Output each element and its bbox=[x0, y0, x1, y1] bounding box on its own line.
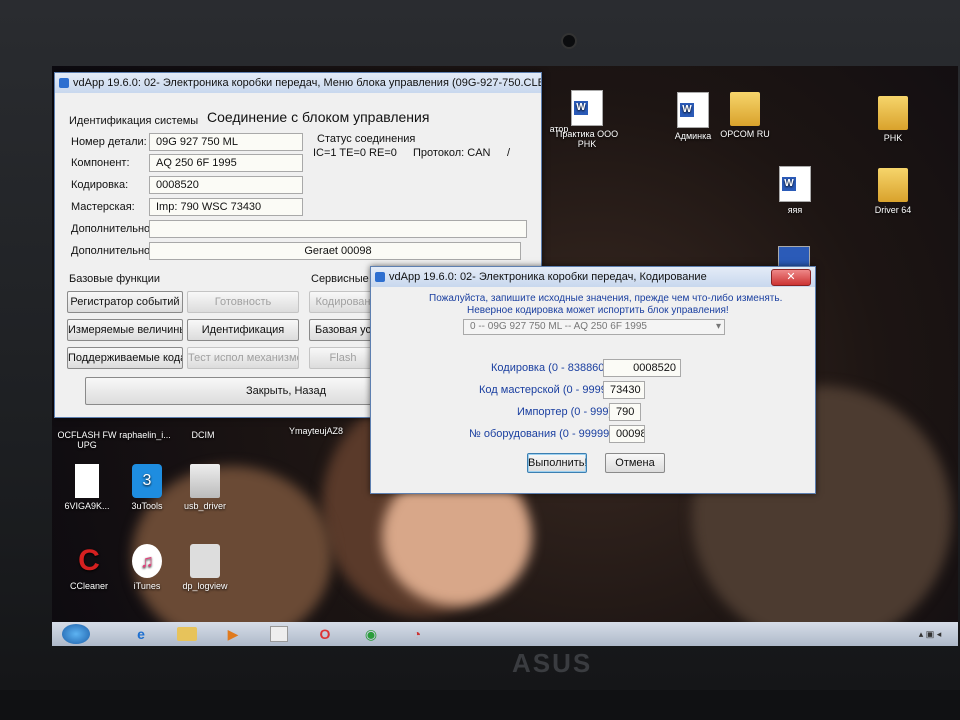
component-field: AQ 250 6F 1995 bbox=[149, 154, 303, 172]
desktop-icon-label: Driver 64 bbox=[874, 205, 912, 215]
basic-settings-button[interactable]: Базовая ус bbox=[309, 319, 377, 341]
start-button[interactable] bbox=[62, 624, 90, 644]
ie-icon[interactable]: e bbox=[124, 624, 158, 644]
coding-warning-1: Пожалуйста, запишите исходные значения, … bbox=[429, 293, 783, 304]
app-window-icon[interactable] bbox=[262, 624, 296, 644]
desktop-icon-opcom[interactable]: OPCOM RU bbox=[710, 92, 780, 139]
status-separator: / bbox=[507, 147, 511, 159]
desktop-icon-label: OPCOM RU bbox=[720, 129, 770, 139]
desktop-icon-yaya[interactable]: яяя bbox=[760, 166, 830, 215]
ccleaner-icon: C bbox=[78, 544, 100, 577]
desktop-icon-usb-driver[interactable]: usb_driver bbox=[170, 464, 240, 511]
desktop-icon-label: Практика ООО PHK bbox=[555, 129, 619, 149]
additional-label-2: Дополнительно: bbox=[71, 245, 154, 257]
word-doc-icon bbox=[779, 166, 811, 202]
part-number-field: 09G 927 750 ML bbox=[149, 133, 303, 151]
asus-logo: ASUS bbox=[512, 648, 593, 678]
coding-button[interactable]: Кодирован bbox=[309, 291, 377, 313]
part-number-label: Номер детали: bbox=[71, 136, 147, 148]
coding-field: 0008520 bbox=[149, 176, 303, 194]
folder-icon bbox=[878, 96, 908, 130]
coding-value-input[interactable]: 0008520 bbox=[603, 359, 681, 377]
close-icon[interactable]: ✕ bbox=[771, 269, 811, 286]
main-window-titlebar[interactable]: vdApp 19.6.0: 02- Электроника коробки пе… bbox=[55, 73, 541, 93]
keyboard-edge bbox=[0, 690, 960, 720]
additional-field-1 bbox=[149, 220, 527, 238]
coding-value-label: Кодировка (0 - 8388607): bbox=[491, 362, 618, 374]
connection-status-title: Статус соединения bbox=[317, 133, 416, 145]
desktop-icon-label: PHK bbox=[883, 133, 903, 143]
folder-icon bbox=[878, 168, 908, 202]
desktop-icon-label: яяя bbox=[787, 205, 803, 215]
workshop-code-label: Код мастерской (0 - 99999): bbox=[479, 384, 620, 396]
workshop-label: Мастерская: bbox=[71, 201, 135, 213]
coding-dialog-titlebar[interactable]: vdApp 19.6.0: 02- Электроника коробки пе… bbox=[371, 267, 815, 287]
webcam bbox=[561, 33, 577, 49]
system-tray[interactable]: ▴ ▣ ◂ bbox=[910, 624, 950, 644]
ecu-select-value: 0 -- 09G 927 750 ML -- AQ 250 6F 1995 bbox=[470, 321, 647, 332]
actuator-test-button[interactable]: Тест испол механизмов bbox=[187, 347, 299, 369]
equipment-number-input[interactable]: 00098 bbox=[609, 425, 645, 443]
desktop-icon-dp-logview[interactable]: dp_logview bbox=[170, 544, 240, 591]
desktop-icon-praktika[interactable]: Практика ООО PHK bbox=[552, 90, 622, 149]
equipment-number-label: № оборудования (0 - 999999): bbox=[469, 428, 623, 440]
folder-icon[interactable] bbox=[170, 624, 204, 644]
app-icon bbox=[59, 78, 69, 88]
vdapp-icon[interactable]: ◔ bbox=[400, 624, 434, 644]
measured-values-button[interactable]: Измеряемые величины bbox=[67, 319, 183, 341]
supported-codes-button[interactable]: Поддерживаемые кода bbox=[67, 347, 183, 369]
desktop-screen: атор Практика ООО PHK Админка OPCOM RU P… bbox=[52, 66, 958, 646]
additional-label-1: Дополнительно: bbox=[71, 223, 154, 235]
gear-icon bbox=[190, 544, 220, 578]
desktop-icon-label: DCIM bbox=[191, 430, 215, 440]
ecu-select[interactable]: 0 -- 09G 927 750 ML -- AQ 250 6F 1995 ▾ bbox=[463, 319, 725, 335]
app-icon bbox=[375, 272, 385, 282]
word-doc-icon bbox=[571, 90, 603, 126]
document-icon bbox=[677, 92, 709, 128]
event-log-button[interactable]: Регистратор событий bbox=[67, 291, 183, 313]
opera-icon[interactable]: O bbox=[308, 624, 342, 644]
3utools-icon: 3 bbox=[132, 464, 162, 498]
connection-header: Соединение с блоком управления bbox=[207, 109, 430, 125]
desktop-icon-phk[interactable]: PHK bbox=[858, 96, 928, 143]
base-functions-label: Базовые функции bbox=[69, 273, 161, 285]
readiness-button[interactable]: Готовность bbox=[187, 291, 299, 313]
component-label: Компонент: bbox=[71, 157, 130, 169]
additional-field-2: Geraet 00098 bbox=[149, 242, 521, 260]
desktop-icon-label: dp_logview bbox=[182, 581, 228, 591]
itunes-icon: ♫ bbox=[132, 544, 162, 578]
archive-icon bbox=[190, 464, 220, 498]
workshop-field: Imp: 790 WSC 73430 bbox=[149, 198, 303, 216]
ident-section-label: Идентификация системы bbox=[69, 115, 199, 127]
coding-dialog-title: vdApp 19.6.0: 02- Электроника коробки пе… bbox=[389, 271, 707, 283]
coding-warning-2: Неверное кодировка может испортить блок … bbox=[467, 305, 729, 316]
identification-button[interactable]: Идентификация bbox=[187, 319, 299, 341]
desktop-icon-label: usb_driver bbox=[183, 501, 227, 511]
coding-dialog: vdApp 19.6.0: 02- Электроника коробки пе… bbox=[370, 266, 816, 494]
file-icon bbox=[75, 464, 99, 498]
chrome-icon[interactable]: ◉ bbox=[354, 624, 388, 644]
folder-icon bbox=[730, 92, 760, 126]
cancel-button[interactable]: Отмена bbox=[605, 453, 665, 473]
workshop-code-input[interactable]: 73430 bbox=[603, 381, 645, 399]
protocol-label: Протокол: CAN bbox=[413, 147, 491, 159]
execute-button[interactable]: Выполнить! bbox=[527, 453, 587, 473]
flash-button[interactable]: Flash bbox=[309, 347, 377, 369]
desktop-icon-driver64[interactable]: Driver 64 bbox=[858, 168, 928, 215]
taskbar: e ▶ O ◉ ◔ ▴ ▣ ◂ bbox=[52, 622, 958, 646]
coding-label: Кодировка: bbox=[71, 179, 129, 191]
chevron-down-icon: ▾ bbox=[715, 321, 721, 332]
importer-input[interactable]: 790 bbox=[609, 403, 641, 421]
importer-label: Импортер (0 - 999): bbox=[517, 406, 616, 418]
connection-status-values: IC=1 TE=0 RE=0 bbox=[313, 147, 397, 159]
media-player-icon[interactable]: ▶ bbox=[216, 624, 250, 644]
main-window-title: vdApp 19.6.0: 02- Электроника коробки пе… bbox=[73, 77, 541, 89]
desktop-icon-label: YmayteujAZ8 bbox=[288, 426, 344, 436]
